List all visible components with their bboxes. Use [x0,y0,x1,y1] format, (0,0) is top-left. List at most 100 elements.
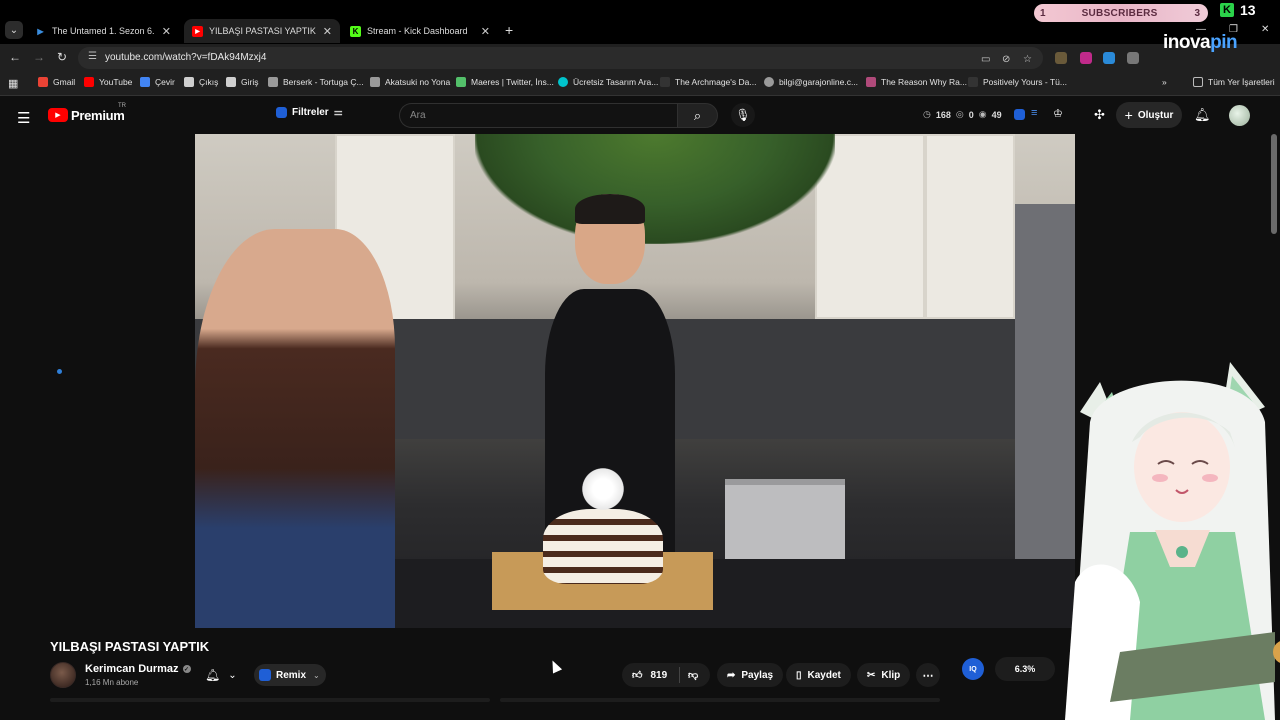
page-icon [660,77,670,87]
gmail-icon [38,77,48,87]
subscriber-count: 1,16 Mn abone [85,678,139,687]
star-icon[interactable]: ☆ [1023,54,1032,65]
extension-icon[interactable] [1080,52,1092,64]
canva-icon [558,77,568,87]
bookmark-akatsuki[interactable]: Akatsuki no Yona [370,77,450,87]
youtube-logo-icon[interactable]: ▶ [48,108,68,122]
filters-button[interactable]: Filtreler ⚌ [276,107,343,118]
bookmark-maeres[interactable]: Maeres | Twitter, İns... [456,77,554,87]
bookmark-cikis[interactable]: Çıkış [184,77,218,87]
voice-search-button[interactable]: 🎙 [731,103,755,127]
search-placeholder: Ara [410,110,426,121]
reload-icon[interactable]: ↻ [57,50,67,64]
youtube-premium-logo[interactable]: Premium [71,108,125,123]
bookmark-label: bilgi@garajonline.c... [779,77,859,87]
remix-button[interactable]: Remix ⌄ [254,664,326,686]
tab-youtube-active[interactable]: ▶ YILBAŞI PASTASI YAPTIK - YouTube ✕ [184,19,340,43]
stat-views: 168 [935,109,951,120]
thumbs-down-icon: 👎︎ [688,670,699,681]
eye-off-icon[interactable]: ⊘ [1002,54,1010,65]
dislike-button[interactable]: 👎︎ [680,669,698,681]
share-label: Paylaş [741,669,774,681]
extension-stats: ◷ 168 ◎ 0 ◉ 49 [923,109,1002,120]
video-scene-person-left [195,229,395,628]
channel-name-link[interactable]: Kerimcan Durmaz ✓ [85,663,191,675]
bookmark-gmail[interactable]: Gmail [38,77,75,87]
video-title: YILBAŞI PASTASI YAPTIK [50,639,210,654]
chevron-down-icon: ⌄ [228,669,237,681]
sliders-icon: ⚌ [333,107,343,118]
search-button[interactable]: ⌕ [677,103,718,128]
back-arrow-icon[interactable]: ← [9,50,21,64]
extension-icon[interactable] [1127,52,1139,64]
bookmark-reason-why[interactable]: The Reason Why Ra... [866,77,967,87]
bookmark-archmage[interactable]: The Archmage's Da... [660,77,756,87]
vtuber-gem [1176,546,1188,558]
kick-follower-count: 13 [1240,2,1256,18]
site-info-icon[interactable]: ☰ [88,51,97,62]
video-scene-oven [725,479,845,569]
list-icon[interactable]: ≡ [1031,107,1037,119]
bookmark-canva[interactable]: Ücretsiz Tasarım Ara... [558,77,658,87]
circle-icon: ◎ [955,109,964,119]
channel-avatar[interactable] [50,662,76,688]
bookmark-cevir[interactable]: Çevir [140,77,175,87]
like-button[interactable]: 👍︎ 819 [622,667,680,683]
all-bookmarks[interactable]: Tüm Yer İşaretleri [1193,77,1275,87]
bookmarks-bar: ▦ Gmail YouTube Çevir Çıkış Giriş Berser… [0,72,1280,96]
menu-icon[interactable]: ☰ [17,109,30,127]
search-input[interactable]: Ara [399,103,677,128]
folder-icon [1193,77,1203,87]
bell-icon: 🔔︎ [205,668,221,682]
close-tab-icon[interactable]: ✕ [162,25,171,38]
kick-icon: K [350,25,361,37]
close-tab-icon[interactable]: ✕ [481,25,490,38]
bookmark-youtube[interactable]: YouTube [84,77,132,87]
scissors-icon: ✂ [867,669,876,681]
close-tab-icon[interactable]: ✕ [323,25,332,38]
save-label: Kaydet [807,669,841,681]
bookmark-icon: ▯ [796,669,802,681]
iq-extension-button[interactable]: IQ [962,658,984,680]
page-icon [866,77,876,87]
iq-icon [276,107,287,118]
gamepad-icon[interactable]: ✣ [1094,107,1105,123]
create-button[interactable]: + Oluştur [1116,102,1182,128]
iq-icon[interactable] [1014,109,1025,120]
url-text: youtube.com/watch?v=fDAk94Mzxj4 [105,52,267,63]
subscription-bell-button[interactable]: 🔔︎ ⌄ [199,664,247,686]
clip-button[interactable]: ✂ Klip [857,663,911,687]
award-icon[interactable]: ♔ [1053,107,1063,120]
more-actions-button[interactable]: ⋯ [916,663,940,687]
save-button[interactable]: ▯ Kaydet [786,663,851,687]
description-divider [500,698,940,702]
url-field[interactable]: ☰ youtube.com/watch?v=fDAk94Mzxj4 ▭ ⊘ ☆ [78,47,1043,69]
kick-logo-icon: K [1220,3,1234,17]
page-icon [370,77,380,87]
bookmark-label: Çıkış [199,77,219,87]
share-button[interactable]: ➦ Paylaş [717,663,784,687]
tab-the-untamed[interactable]: ▶ The Untamed 1. Sezon 6. Bölüm ✕ [27,19,179,43]
more-bookmarks-icon[interactable]: » [1162,77,1167,87]
tab-search-menu-button[interactable]: ⌄ [5,21,23,39]
bookmark-label: Berserk - Tortuga Ç... [283,77,364,87]
bookmark-berserk[interactable]: Berserk - Tortuga Ç... [268,77,364,87]
vtuber-avatar-overlay [1065,362,1280,720]
close-window-icon[interactable]: ✕ [1261,24,1269,35]
bookmark-positively-yours[interactable]: Positively Yours - Tü... [968,77,1067,87]
cast-icon[interactable]: ▭ [981,54,990,65]
like-count: 819 [650,669,668,681]
user-avatar[interactable] [1229,105,1250,126]
video-player[interactable] [195,134,1075,628]
bookmark-label: Positively Yours - Tü... [983,77,1067,87]
page-scrollbar[interactable] [1271,134,1277,234]
new-tab-button[interactable]: + [505,22,513,38]
extension-icon[interactable] [1103,52,1115,64]
tab-kick-dashboard[interactable]: K Stream - Kick Dashboard ✕ [342,19,498,43]
bookmark-giris[interactable]: Giriş [226,77,258,87]
bookmark-garajonline[interactable]: bilgi@garajonline.c... [764,77,858,87]
apps-grid-icon[interactable]: ▦ [8,77,18,90]
extension-icon[interactable] [1055,52,1067,64]
forward-arrow-icon[interactable]: → [33,50,45,64]
notifications-bell-icon[interactable]: 🔔︎ [1194,107,1211,123]
